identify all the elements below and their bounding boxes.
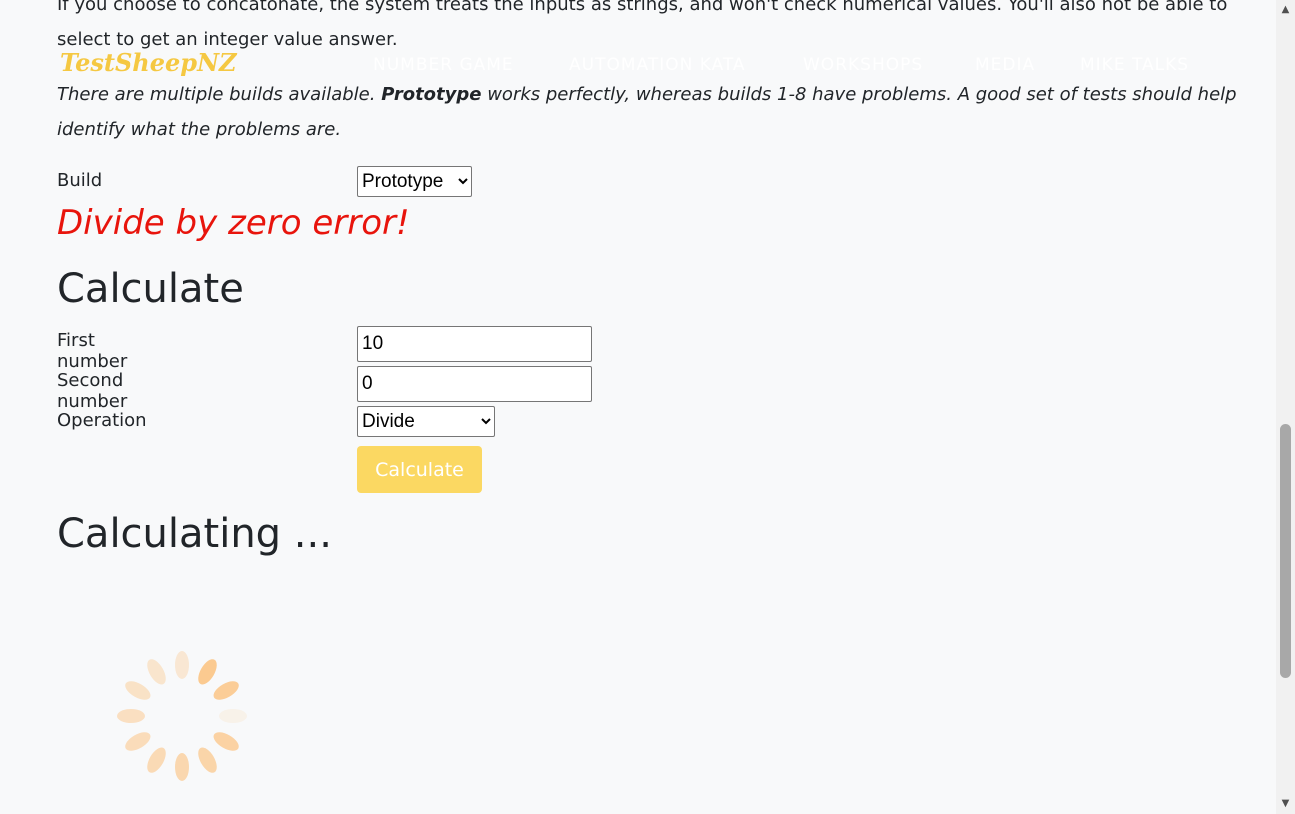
vertical-scrollbar[interactable]: ▲ ▼ (1276, 0, 1295, 814)
build-select[interactable]: Prototype (357, 166, 472, 197)
calculate-button[interactable]: Calculate (357, 446, 482, 493)
nav-link-mike-talks[interactable]: MIKE TALKS (1080, 55, 1189, 75)
intro-line-1: If you choose to concatonate, the system… (57, 0, 1228, 15)
scroll-up-arrow-icon[interactable]: ▲ (1276, 2, 1295, 18)
spinner-petal (125, 732, 151, 751)
spinner-petal (213, 732, 239, 751)
nav-link-automation-kata[interactable]: AUTOMATION KATA (569, 55, 746, 75)
brand-logo[interactable]: TestSheepNZ (60, 48, 237, 77)
builds-text-1: There are multiple builds available. (57, 84, 382, 105)
spinner-petal (125, 681, 151, 700)
builds-text-3: identify what the problems are. (57, 119, 342, 140)
spinner-petal (213, 681, 239, 700)
first-number-input[interactable] (357, 326, 592, 362)
first-number-label: First number (57, 330, 128, 372)
scroll-down-arrow-icon[interactable]: ▼ (1276, 796, 1295, 812)
calculating-heading: Calculating ... (57, 511, 332, 557)
second-number-input[interactable] (357, 366, 592, 402)
builds-text-2: works perfectly, whereas builds 1-8 have… (481, 84, 1237, 105)
spinner-petal (117, 709, 145, 723)
scrollbar-thumb[interactable] (1280, 424, 1291, 678)
operation-label: Operation (57, 410, 147, 431)
loading-spinner-icon (117, 651, 247, 781)
builds-bold: Prototype (381, 84, 482, 105)
spinner-petal (175, 753, 189, 781)
spinner-petal (147, 659, 166, 685)
spinner-petal (198, 659, 217, 685)
second-number-label: Second number (57, 370, 128, 412)
calculate-heading: Calculate (57, 266, 244, 312)
spinner-petal (175, 651, 189, 679)
build-label: Build (57, 170, 103, 191)
nav-link-number-game[interactable]: NUMBER GAME (373, 55, 514, 75)
builds-paragraph: There are multiple builds available. Pro… (57, 77, 1237, 147)
navbar: TestSheepNZ NUMBER GAME AUTOMATION KATA … (0, 46, 1275, 86)
nav-link-workshops[interactable]: WORKSHOPS (803, 55, 923, 75)
spinner-petal (147, 747, 166, 773)
nav-link-media[interactable]: MEDIA (975, 55, 1035, 75)
spinner-petal (198, 747, 217, 773)
operation-select[interactable]: Divide (357, 406, 495, 437)
error-message: Divide by zero error! (57, 203, 410, 243)
spinner-petal (219, 709, 247, 723)
